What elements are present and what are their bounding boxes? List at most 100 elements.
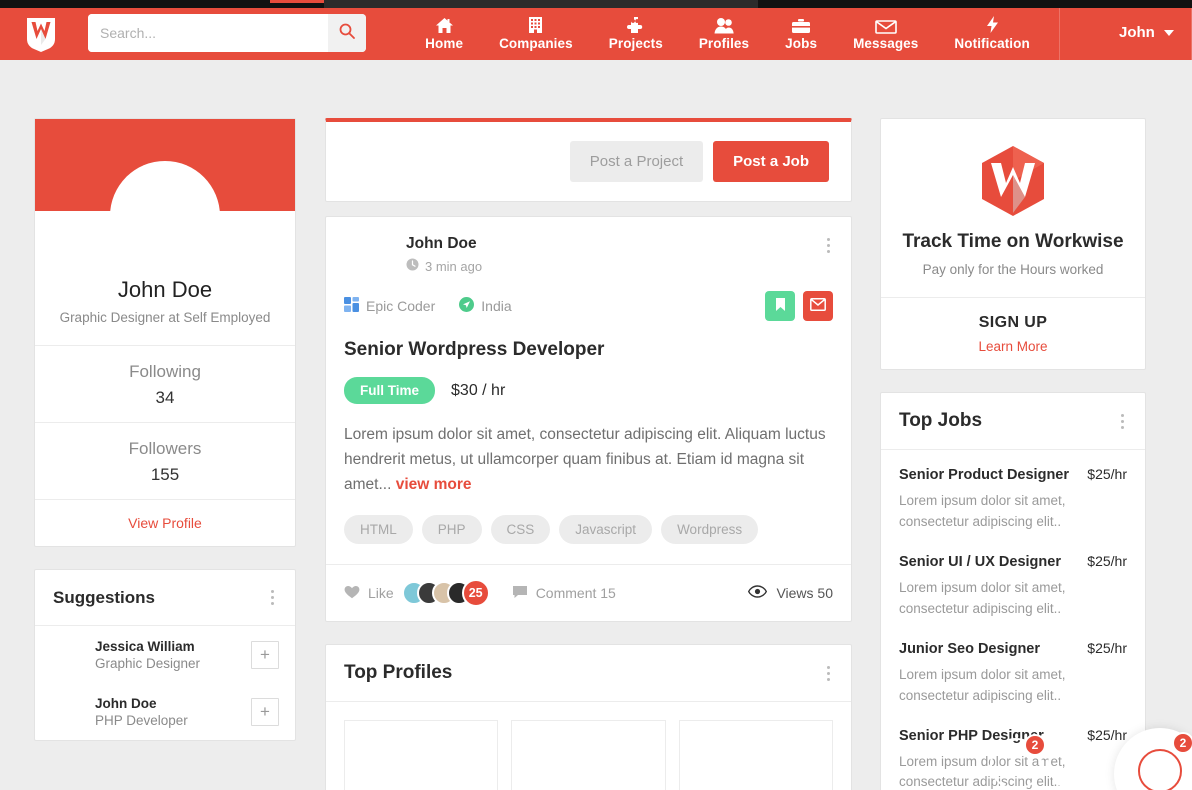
- stat-value: 155: [150, 465, 180, 484]
- avatar: [344, 235, 392, 283]
- chat-fab-button[interactable]: 2: [1114, 728, 1192, 790]
- add-connection-button[interactable]: +: [251, 697, 279, 726]
- post-title[interactable]: Senior Wordpress Developer: [326, 321, 851, 361]
- main-nav: Home Companies Projects Profiles Jobs Me…: [396, 13, 1059, 53]
- eye-icon: [748, 585, 768, 601]
- profile-cell[interactable]: [511, 720, 666, 790]
- profile-avatar: [110, 161, 220, 271]
- job-price: $25/hr: [1087, 466, 1127, 482]
- stat-label: Followers: [128, 439, 202, 458]
- brand-logo[interactable]: [0, 13, 82, 53]
- nav-label: Home: [425, 35, 464, 51]
- skill-tag[interactable]: PHP: [421, 515, 482, 545]
- nav-item-home[interactable]: Home: [421, 13, 467, 53]
- skill-tag[interactable]: HTML: [344, 515, 413, 545]
- stat-value: 34: [155, 388, 175, 407]
- add-connection-button[interactable]: +: [251, 640, 279, 669]
- suggestion-role: Graphic Designer: [95, 655, 201, 671]
- promo-footer: SIGN UP Learn More: [881, 297, 1145, 369]
- avatar: [348, 138, 395, 185]
- nav-item-jobs[interactable]: Jobs: [781, 13, 821, 53]
- nav-item-notification[interactable]: Notification: [950, 13, 1033, 53]
- top-jobs-header: Top Jobs: [881, 393, 1145, 450]
- learn-more-link[interactable]: Learn More: [881, 339, 1145, 354]
- post-timestamp: 3 min ago: [406, 258, 824, 274]
- job-description: Lorem ipsum dolor sit amet, consectetur …: [899, 579, 1066, 616]
- page-body: John Doe Graphic Designer at Self Employ…: [0, 60, 1192, 790]
- job-description: Lorem ipsum dolor sit amet, consectetur …: [899, 493, 1066, 529]
- nav-item-messages[interactable]: Messages: [849, 13, 922, 53]
- post-footer: Like 25 Comment 15 Views 50: [326, 564, 851, 621]
- bolt-icon: [986, 15, 999, 34]
- chat-bubble-icon: [1138, 749, 1182, 790]
- main-feed: Post a Project Post a Job John Doe 3 min…: [325, 118, 852, 790]
- search-button[interactable]: [328, 13, 366, 52]
- views-indicator: Views 50: [748, 585, 833, 601]
- chrome-seg-tab: [324, 0, 758, 8]
- list-item[interactable]: John Doe PHP Developer +: [35, 683, 295, 740]
- view-profile-link[interactable]: View Profile: [35, 499, 295, 546]
- view-more-link[interactable]: view more: [396, 476, 472, 493]
- left-sidebar: John Doe Graphic Designer at Self Employ…: [34, 118, 296, 741]
- top-jobs-title: Top Jobs: [899, 410, 983, 431]
- chrome-seg-left: [0, 0, 108, 8]
- bookmark-button[interactable]: [765, 291, 795, 321]
- post-author[interactable]: John Doe: [406, 235, 824, 253]
- comment-button[interactable]: Comment 15: [512, 585, 616, 602]
- stat-following[interactable]: Following 34: [35, 345, 295, 422]
- post-body: Lorem ipsum dolor sit amet, consectetur …: [326, 404, 851, 497]
- building-grid-icon: [527, 15, 544, 34]
- stat-followers[interactable]: Followers 155: [35, 422, 295, 499]
- suggestions-header: Suggestions: [35, 570, 295, 626]
- post-a-job-button[interactable]: Post a Job: [713, 141, 829, 182]
- kebab-menu-icon[interactable]: [824, 663, 833, 684]
- right-sidebar: Track Time on Workwise Pay only for the …: [880, 118, 1146, 790]
- skill-tag[interactable]: Javascript: [559, 515, 653, 545]
- chat-heads-bar: 2 2: [984, 728, 1192, 790]
- browser-chrome-strip: [0, 0, 1192, 8]
- top-job-item[interactable]: Junior Seo Designer $25/hr Lorem ipsum d…: [881, 624, 1145, 711]
- location-label: India: [481, 298, 512, 314]
- skill-tag[interactable]: CSS: [490, 515, 551, 545]
- kebab-menu-icon[interactable]: [1118, 411, 1127, 432]
- skill-tag[interactable]: Wordpress: [661, 515, 759, 545]
- job-title: Senior Product Designer: [899, 467, 1070, 483]
- company-label: Epic Coder: [366, 298, 436, 314]
- job-type-badge: Full Time: [344, 377, 436, 404]
- user-menu[interactable]: John: [1059, 5, 1192, 60]
- nav-item-companies[interactable]: Companies: [495, 13, 577, 53]
- search-box[interactable]: [88, 13, 366, 52]
- puzzle-icon: [626, 15, 645, 34]
- job-price: $25/hr: [1087, 552, 1127, 569]
- post-composer: Post a Project Post a Job: [325, 118, 852, 202]
- avatar: [1048, 738, 1100, 790]
- kebab-menu-icon[interactable]: [824, 235, 833, 256]
- post-company[interactable]: Epic Coder: [344, 297, 435, 315]
- like-button[interactable]: Like: [344, 585, 394, 602]
- post-location[interactable]: India: [459, 297, 512, 315]
- top-job-item[interactable]: Senior UI / UX Designer $25/hr Lorem ips…: [881, 537, 1145, 624]
- nav-label: Messages: [853, 35, 919, 51]
- promo-card: Track Time on Workwise Pay only for the …: [880, 118, 1146, 370]
- job-description: Lorem ipsum dolor sit amet, consectetur …: [899, 666, 1066, 703]
- post-a-project-button[interactable]: Post a Project: [569, 141, 704, 182]
- workwise-hex-logo-icon: [897, 143, 1129, 221]
- chat-head[interactable]: 2: [990, 734, 1046, 790]
- chat-head[interactable]: [1048, 738, 1100, 790]
- nav-item-projects[interactable]: Projects: [605, 13, 667, 53]
- unread-badge: 2: [1172, 732, 1192, 754]
- nav-item-profiles[interactable]: Profiles: [695, 13, 753, 53]
- profile-cell[interactable]: [678, 720, 833, 790]
- top-job-item[interactable]: Senior Product Designer $25/hr Lorem ips…: [881, 450, 1145, 537]
- message-button[interactable]: [803, 291, 833, 321]
- profile-cell[interactable]: [344, 720, 499, 790]
- kebab-menu-icon[interactable]: [268, 587, 277, 608]
- top-profiles-card: Top Profiles: [325, 644, 852, 790]
- list-item[interactable]: Jessica William Graphic Designer +: [35, 626, 295, 683]
- signup-button[interactable]: SIGN UP: [881, 314, 1145, 332]
- post-meta-row: Epic Coder India: [326, 283, 851, 321]
- suggestion-role: PHP Developer: [95, 712, 188, 728]
- briefcase-icon: [791, 15, 811, 34]
- search-input[interactable]: [88, 13, 328, 52]
- location-send-icon: [459, 297, 475, 315]
